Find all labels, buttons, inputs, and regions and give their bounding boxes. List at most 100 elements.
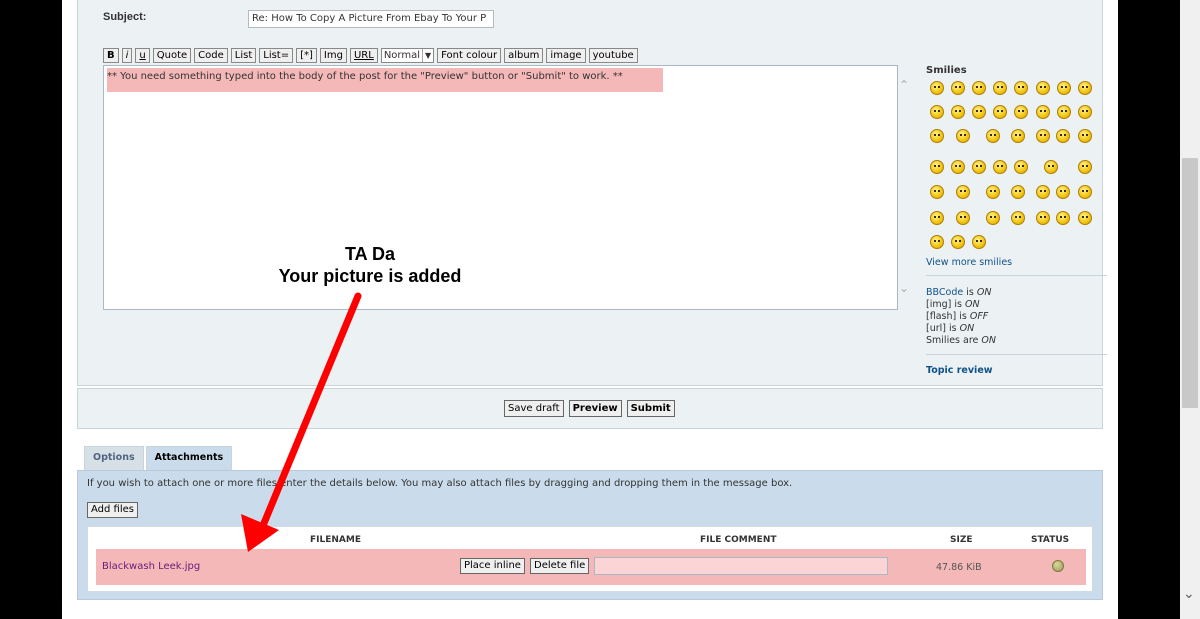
smiley-icon[interactable]	[1014, 81, 1028, 95]
posting-page: Subject: Re: How To Copy A Picture From …	[62, 0, 1118, 619]
smiley-icon[interactable]	[1014, 105, 1028, 119]
delete-file-button[interactable]: Delete file	[530, 558, 590, 574]
smiley-icon[interactable]	[1036, 129, 1050, 143]
smiley-icon[interactable]	[1057, 105, 1071, 119]
add-files-button[interactable]: Add files	[87, 502, 138, 518]
youtube-button[interactable]: youtube	[588, 48, 638, 63]
option-img: [img] is ON	[926, 299, 996, 311]
attachment-filename-link[interactable]: Blackwash Leek.jpg	[102, 561, 200, 572]
url-button[interactable]: URL	[349, 48, 378, 63]
save-draft-button[interactable]: Save draft	[504, 400, 564, 417]
file-size: 47.86 KiB	[936, 562, 982, 573]
smiley-icon[interactable]	[1036, 81, 1050, 95]
quote-button[interactable]: Quote	[152, 48, 192, 63]
smiley-icon[interactable]	[972, 105, 986, 119]
attachments-table: FILENAME FILE COMMENT SIZE STATUS Blackw…	[87, 526, 1093, 592]
smiley-icon[interactable]	[1036, 211, 1050, 225]
smiley-icon[interactable]	[951, 105, 965, 119]
smiley-icon[interactable]	[986, 185, 1000, 199]
option-label: Smilies	[926, 335, 960, 346]
submit-panel: Save draft Preview Submit	[77, 388, 1103, 429]
smiley-icon[interactable]	[930, 160, 944, 174]
tab-attachments[interactable]: Attachments	[145, 446, 233, 471]
smiley-icon[interactable]	[956, 211, 970, 225]
message-textarea[interactable]: ** You need something typed into the bod…	[103, 65, 909, 310]
option-smilies: Smilies are ON	[926, 335, 996, 347]
smiley-icon[interactable]	[930, 185, 944, 199]
smiley-icon[interactable]	[1078, 160, 1092, 174]
album-button[interactable]: album	[504, 48, 544, 63]
scroll-thumb[interactable]	[1182, 158, 1198, 408]
bbcode-link[interactable]: BBCode	[926, 287, 963, 298]
table-row: Blackwash Leek.jpg Place inline Delete f…	[96, 549, 1086, 585]
smilies-title: Smilies	[926, 65, 967, 76]
scroll-up-icon[interactable]: ⌃	[899, 78, 909, 92]
smiley-icon[interactable]	[930, 129, 944, 143]
image-button[interactable]: image	[546, 48, 586, 63]
smiley-icon[interactable]	[1056, 185, 1070, 199]
smiley-icon[interactable]	[993, 160, 1007, 174]
font-size-value: Normal	[383, 50, 420, 61]
smiley-icon[interactable]	[1036, 185, 1050, 199]
file-comment-input[interactable]	[594, 557, 888, 575]
smiley-icon[interactable]	[930, 105, 944, 119]
smiley-icon[interactable]	[951, 81, 965, 95]
page-scrollbar[interactable]: ⌄	[1180, 0, 1200, 619]
view-more-smilies-link[interactable]: View more smilies	[926, 257, 1012, 268]
smiley-icon[interactable]	[956, 129, 970, 143]
smiley-icon[interactable]	[1044, 160, 1058, 174]
smiley-icon[interactable]	[956, 185, 970, 199]
smiley-icon[interactable]	[986, 129, 1000, 143]
smiley-icon[interactable]	[1011, 185, 1025, 199]
chevron-down-icon[interactable]: ⌄	[1183, 587, 1195, 601]
smiley-icon[interactable]	[993, 105, 1007, 119]
smiley-icon[interactable]	[1014, 160, 1028, 174]
smiley-icon[interactable]	[1056, 129, 1070, 143]
smiley-icon[interactable]	[1057, 81, 1071, 95]
font-colour-button[interactable]: Font colour	[437, 48, 502, 63]
smiley-icon[interactable]	[1078, 185, 1092, 199]
smiley-icon[interactable]	[1011, 211, 1025, 225]
font-size-select[interactable]: Normal ▼	[380, 48, 435, 63]
italic-button[interactable]: i	[121, 48, 133, 63]
smiley-icon[interactable]	[1078, 129, 1092, 143]
list-item-button[interactable]: [*]	[296, 48, 317, 63]
smiley-icon[interactable]	[930, 211, 944, 225]
smiley-icon[interactable]	[951, 235, 965, 249]
divider	[926, 275, 1107, 276]
place-inline-button[interactable]: Place inline	[460, 558, 525, 574]
smiley-icon[interactable]	[986, 211, 1000, 225]
subject-input[interactable]: Re: How To Copy A Picture From Ebay To Y…	[248, 10, 494, 28]
underline-button[interactable]: u	[135, 48, 150, 63]
option-mid: is	[956, 311, 970, 322]
smiley-icon[interactable]	[1036, 105, 1050, 119]
annotation-text: TA Da Your picture is added	[268, 243, 472, 287]
smiley-icon[interactable]	[972, 81, 986, 95]
smiley-icon[interactable]	[1011, 129, 1025, 143]
code-button[interactable]: Code	[194, 48, 228, 63]
option-label: [flash]	[926, 311, 957, 322]
img-button[interactable]: Img	[319, 48, 347, 63]
tab-options[interactable]: Options	[84, 446, 144, 470]
smiley-icon[interactable]	[1078, 105, 1092, 119]
list-button[interactable]: List	[230, 48, 257, 63]
smiley-icon[interactable]	[993, 81, 1007, 95]
submit-button[interactable]: Submit	[626, 400, 675, 417]
preview-button[interactable]: Preview	[568, 400, 622, 417]
option-url: [url] is ON	[926, 323, 996, 335]
smiley-icon[interactable]	[1056, 211, 1070, 225]
option-mid: is	[963, 287, 977, 298]
smiley-icon[interactable]	[930, 81, 944, 95]
scroll-down-icon[interactable]: ⌄	[899, 281, 909, 295]
bold-button[interactable]: B	[103, 48, 119, 63]
option-state: ON	[964, 299, 980, 310]
smiley-icon[interactable]	[1078, 81, 1092, 95]
smiley-icon[interactable]	[930, 235, 944, 249]
smiley-icon[interactable]	[972, 160, 986, 174]
ordered-list-button[interactable]: List=	[259, 48, 294, 63]
topic-review-link[interactable]: Topic review	[926, 365, 993, 376]
smiley-icon[interactable]	[951, 160, 965, 174]
smiley-icon[interactable]	[972, 235, 986, 249]
smiley-icon[interactable]	[1078, 211, 1092, 225]
status-ok-icon	[1052, 560, 1064, 572]
